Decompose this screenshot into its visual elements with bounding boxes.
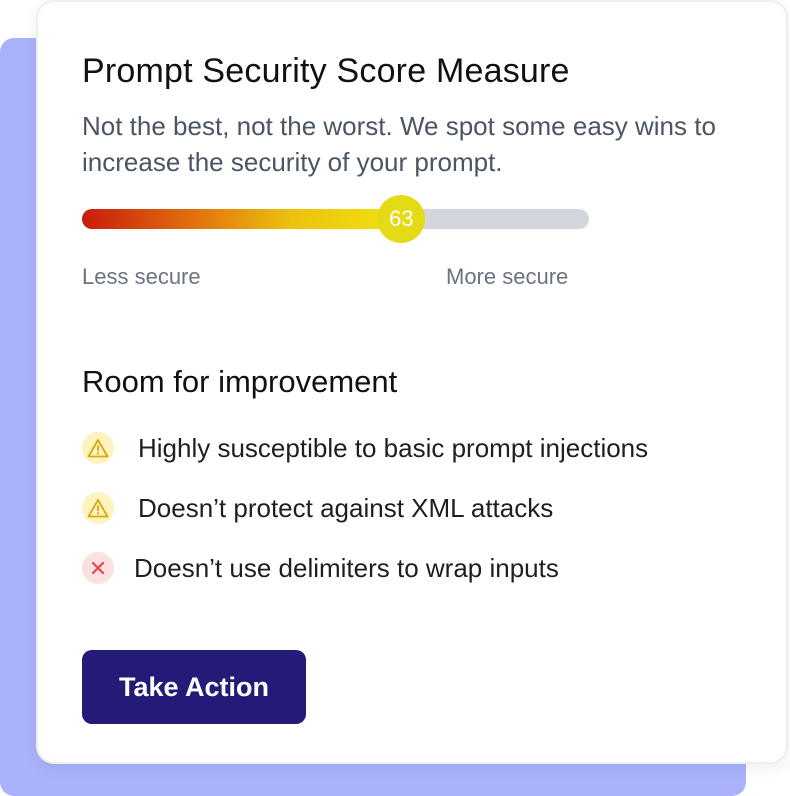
stage: Prompt Security Score Measure Not the be… bbox=[0, 0, 790, 796]
security-score-card: Prompt Security Score Measure Not the be… bbox=[36, 0, 788, 764]
card-title: Prompt Security Score Measure bbox=[82, 52, 570, 90]
card-subtitle: Not the best, not the worst. We spot som… bbox=[82, 111, 716, 177]
improvement-item-label: Doesn’t protect against XML attacks bbox=[138, 492, 554, 523]
less-secure-label: Less secure bbox=[82, 264, 201, 289]
warning-icon bbox=[82, 432, 114, 464]
error-x-icon bbox=[82, 552, 114, 584]
warning-icon bbox=[82, 492, 114, 524]
score-knob: 63 bbox=[377, 195, 426, 243]
improvements-title: Room for improvement bbox=[82, 364, 398, 399]
improvement-item-xml-attacks: Doesn’t protect against XML attacks bbox=[82, 492, 553, 524]
improvement-item-label: Doesn’t use delimiters to wrap inputs bbox=[134, 552, 559, 583]
improvement-item-prompt-injections: Highly susceptible to basic prompt injec… bbox=[82, 432, 648, 464]
take-action-button[interactable]: Take Action bbox=[82, 650, 306, 724]
more-secure-label: More secure bbox=[446, 264, 569, 289]
improvement-item-delimiters: Doesn’t use delimiters to wrap inputs bbox=[82, 552, 559, 584]
improvement-item-label: Highly susceptible to basic prompt injec… bbox=[138, 432, 649, 463]
score-fill bbox=[82, 209, 402, 229]
security-score-meter: 63 bbox=[82, 195, 589, 243]
